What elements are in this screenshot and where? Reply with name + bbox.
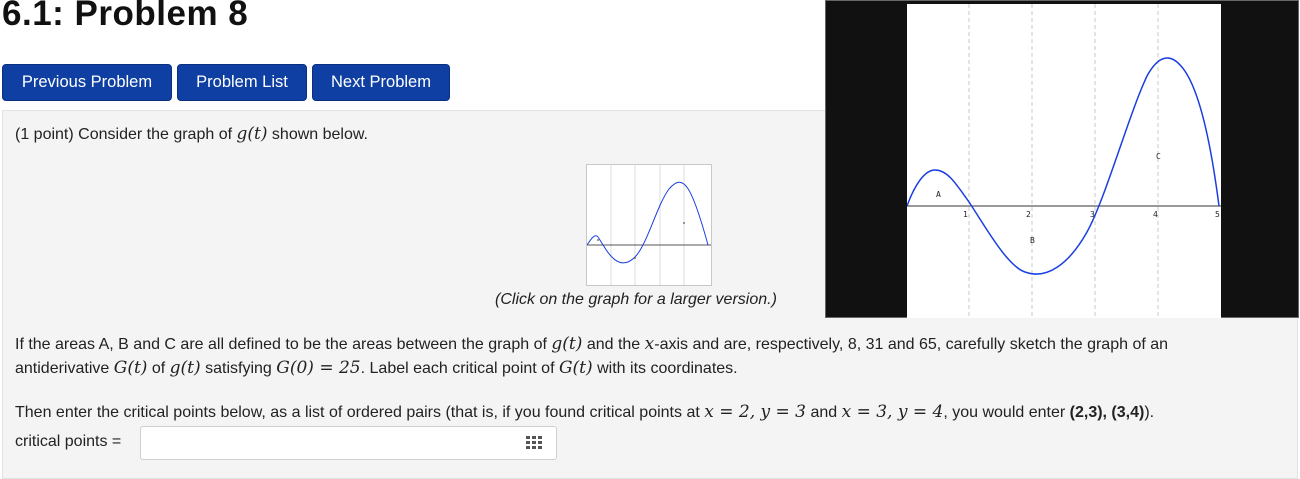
area-label-a: A — [936, 190, 941, 199]
p3-math-1: x = 2, y = 3 — [704, 402, 806, 422]
large-graph-svg: 1 2 3 4 5 A B C — [906, 4, 1221, 318]
problem-paragraph-line-1: If the areas A, B and C are all defined … — [15, 334, 1168, 354]
thumbnail-svg — [586, 165, 711, 285]
p3-end: ). — [1144, 404, 1155, 421]
problem-paragraph-line-3: Then enter the critical points below, as… — [15, 402, 1154, 422]
graph-caption: (Click on the graph for a larger version… — [495, 291, 777, 308]
p2-G2: G(t) — [558, 358, 593, 378]
tick-label-5: 5 — [1215, 210, 1220, 219]
area-label-c: C — [1156, 152, 1161, 161]
points-label: (1 point) — [15, 126, 74, 143]
intro-text: Consider the graph of — [78, 126, 233, 143]
p2-condition: G(0) = 25 — [276, 358, 361, 378]
p1-text-a: If the areas A, B and C are all defined … — [15, 336, 547, 353]
p3-math-2: x = 3, y = 4 — [841, 402, 944, 422]
p1-function: g(t) — [551, 334, 583, 354]
tick-label-1: 1 — [963, 210, 968, 219]
p3-text-a: Then enter the critical points below, as… — [15, 404, 700, 421]
intro-function: g(t) — [236, 124, 268, 144]
tick-label-4: 4 — [1153, 210, 1158, 219]
area-label-b: B — [1030, 236, 1035, 245]
keyboard-icon[interactable] — [524, 433, 544, 453]
tick-label-3: 3 — [1090, 210, 1095, 219]
p2-text-a: antiderivative — [15, 360, 110, 377]
p1-and: and the — [586, 336, 641, 353]
page-title: 6.1: Problem 8 — [2, 0, 249, 33]
graph-popup: 1 2 3 4 5 A B C — [825, 0, 1299, 318]
critical-points-input[interactable] — [140, 426, 557, 460]
p2-g: g(t) — [169, 358, 201, 378]
p3-text-b: , you would enter — [943, 404, 1066, 421]
answer-label: critical points = — [15, 433, 122, 450]
p3-and: and — [810, 404, 838, 421]
p2-of: of — [151, 360, 166, 377]
previous-problem-button[interactable]: Previous Problem — [2, 64, 172, 101]
p2-text-c: with its coordinates. — [597, 360, 738, 377]
problem-intro: (1 point) Consider the graph of g(t) sho… — [15, 124, 368, 144]
p2-satisfying: satisfying — [205, 360, 272, 377]
p1-x: x — [644, 334, 655, 354]
p1-text-b: -axis and are, respectively, 8, 31 and 6… — [654, 336, 1169, 353]
intro-end: shown below. — [271, 126, 368, 143]
tick-label-2: 2 — [1026, 210, 1031, 219]
problem-list-button[interactable]: Problem List — [177, 64, 307, 101]
p2-G: G(t) — [113, 358, 148, 378]
p2-text-b: . Label each critical point of — [360, 360, 555, 377]
p3-example: (2,3), (3,4) — [1069, 404, 1145, 421]
graph-thumbnail[interactable] — [586, 164, 712, 286]
problem-paragraph-line-2: antiderivative G(t) of g(t) satisfying G… — [15, 358, 738, 378]
next-problem-button[interactable]: Next Problem — [312, 64, 450, 101]
large-graph: 1 2 3 4 5 A B C — [906, 4, 1221, 318]
